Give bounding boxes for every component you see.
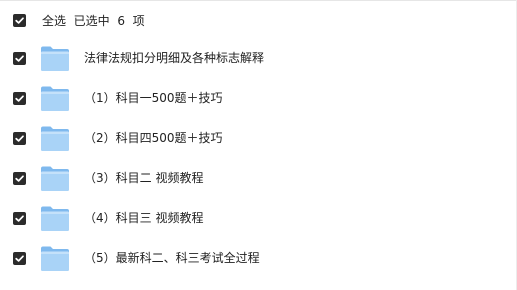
item-checkbox[interactable] (13, 132, 26, 145)
list-item[interactable]: （5）最新科二、科三考试全过程 (0, 238, 516, 278)
item-checkbox[interactable] (13, 92, 26, 105)
folder-icon[interactable] (40, 204, 70, 232)
list-item[interactable]: （2）科目四500题＋技巧 (0, 118, 516, 158)
item-checkbox[interactable] (13, 52, 26, 65)
selected-prefix: 已选中 (73, 14, 110, 28)
item-checkbox[interactable] (13, 212, 26, 225)
checkmark-icon (15, 135, 24, 142)
folder-icon[interactable] (40, 164, 70, 192)
list-item[interactable]: （1）科目一500题＋技巧 (0, 78, 516, 118)
folder-icon[interactable] (40, 84, 70, 112)
folder-icon[interactable] (40, 244, 70, 272)
folder-icon[interactable] (40, 44, 70, 72)
select-all-label[interactable]: 全选 (42, 14, 66, 28)
item-checkbox[interactable] (13, 252, 26, 265)
folder-icon[interactable] (40, 124, 70, 152)
file-name[interactable]: （2）科目四500题＋技巧 (84, 129, 223, 147)
checkmark-icon (15, 95, 24, 102)
checkmark-icon (15, 215, 24, 222)
selected-unit: 项 (132, 14, 145, 28)
top-border (0, 0, 517, 1)
selected-count: 6 (117, 14, 125, 28)
checkmark-icon (15, 175, 24, 182)
list-item[interactable]: （4）科目三 视频教程 (0, 198, 516, 238)
item-checkbox[interactable] (13, 172, 26, 185)
file-name[interactable]: （5）最新科二、科三考试全过程 (84, 249, 260, 267)
file-list: 法律法规扣分明细及各种标志解释 （1）科目一500题＋技巧 （2）科目四500题… (0, 38, 516, 278)
selection-status: 全选 已选中 6 项 (42, 12, 145, 30)
checkmark-icon (15, 55, 24, 62)
file-name[interactable]: 法律法规扣分明细及各种标志解释 (84, 49, 264, 67)
file-name[interactable]: （3）科目二 视频教程 (84, 169, 203, 187)
checkmark-icon (15, 255, 24, 262)
list-item[interactable]: （3）科目二 视频教程 (0, 158, 516, 198)
file-name[interactable]: （4）科目三 视频教程 (84, 209, 203, 227)
list-item[interactable]: 法律法规扣分明细及各种标志解释 (0, 38, 516, 78)
checkmark-icon (15, 17, 24, 24)
file-name[interactable]: （1）科目一500题＋技巧 (84, 89, 223, 107)
select-all-checkbox[interactable] (13, 14, 26, 27)
selection-header: 全选 已选中 6 项 (0, 8, 516, 34)
